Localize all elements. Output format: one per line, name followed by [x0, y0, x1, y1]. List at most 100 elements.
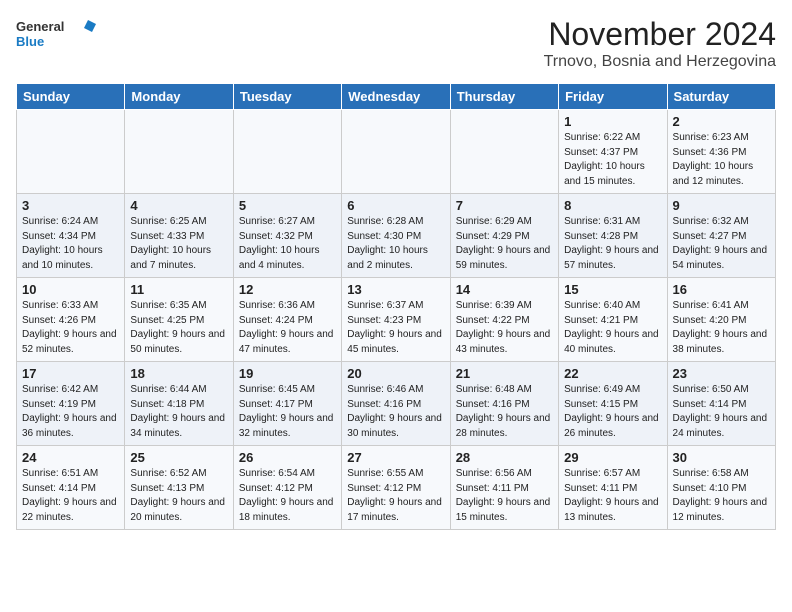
calendar-day-cell: 13 Sunrise: 6:37 AM Sunset: 4:23 PM Dayli…: [342, 278, 450, 362]
calendar-day-cell: 8 Sunrise: 6:31 AM Sunset: 4:28 PM Daylig…: [559, 194, 667, 278]
svg-text:Blue: Blue: [16, 34, 44, 49]
cell-info-text: Sunrise: 6:31 AM Sunset: 4:28 PM Dayligh…: [564, 215, 661, 273]
calendar-day-cell: 14 Sunrise: 6:39 AM Sunset: 4:22 PM Dayli…: [450, 278, 558, 362]
calendar-header-row: SundayMondayTuesdayWednesdayThursdayFrid…: [17, 84, 776, 110]
calendar-day-cell: [233, 110, 341, 194]
cell-date-number: 3: [22, 198, 119, 213]
calendar-day-cell: 10 Sunrise: 6:33 AM Sunset: 4:26 PM Dayli…: [17, 278, 125, 362]
logo-icon: General Blue: [16, 16, 96, 56]
cell-date-number: 11: [130, 282, 227, 297]
calendar-day-cell: 28 Sunrise: 6:56 AM Sunset: 4:11 PM Dayli…: [450, 446, 558, 530]
calendar-day-cell: 9 Sunrise: 6:32 AM Sunset: 4:27 PM Daylig…: [667, 194, 775, 278]
cell-info-text: Sunrise: 6:27 AM Sunset: 4:32 PM Dayligh…: [239, 215, 336, 273]
cell-date-number: 18: [130, 366, 227, 381]
cell-date-number: 25: [130, 450, 227, 465]
calendar-day-cell: 15 Sunrise: 6:40 AM Sunset: 4:21 PM Dayli…: [559, 278, 667, 362]
cell-date-number: 6: [347, 198, 444, 213]
calendar-day-cell: 30Sunrise: 6:58 AM Sunset: 4:10 PM Dayli…: [667, 446, 775, 530]
cell-date-number: 15: [564, 282, 661, 297]
calendar-day-cell: [342, 110, 450, 194]
calendar-day-cell: 18 Sunrise: 6:44 AM Sunset: 4:18 PM Dayli…: [125, 362, 233, 446]
cell-info-text: Sunrise: 6:55 AM Sunset: 4:12 PM Dayligh…: [347, 467, 444, 525]
svg-text:General: General: [16, 19, 64, 34]
calendar-day-header: Sunday: [17, 84, 125, 110]
page-header: General Blue November 2024 Trnovo, Bosni…: [16, 16, 776, 71]
calendar-day-cell: [125, 110, 233, 194]
title-block: November 2024 Trnovo, Bosnia and Herzego…: [544, 16, 776, 71]
cell-info-text: Sunrise: 6:25 AM Sunset: 4:33 PM Dayligh…: [130, 215, 227, 273]
cell-date-number: 10: [22, 282, 119, 297]
calendar-day-header: Thursday: [450, 84, 558, 110]
cell-info-text: Sunrise: 6:41 AM Sunset: 4:20 PM Dayligh…: [673, 299, 770, 357]
cell-date-number: 20: [347, 366, 444, 381]
calendar-day-cell: 2 Sunrise: 6:23 AM Sunset: 4:36 PM Daylig…: [667, 110, 775, 194]
calendar-week-row: 10 Sunrise: 6:33 AM Sunset: 4:26 PM Dayli…: [17, 278, 776, 362]
cell-info-text: Sunrise: 6:23 AM Sunset: 4:36 PM Dayligh…: [673, 131, 770, 189]
calendar-day-cell: 1Sunrise: 6:22 AM Sunset: 4:37 PM Daylig…: [559, 110, 667, 194]
cell-date-number: 13: [347, 282, 444, 297]
cell-date-number: 14: [456, 282, 553, 297]
calendar-day-header: Friday: [559, 84, 667, 110]
cell-date-number: 27: [347, 450, 444, 465]
cell-info-text: Sunrise: 6:48 AM Sunset: 4:16 PM Dayligh…: [456, 383, 553, 441]
calendar-day-cell: 5Sunrise: 6:27 AM Sunset: 4:32 PM Daylig…: [233, 194, 341, 278]
cell-info-text: Sunrise: 6:35 AM Sunset: 4:25 PM Dayligh…: [130, 299, 227, 357]
cell-info-text: Sunrise: 6:44 AM Sunset: 4:18 PM Dayligh…: [130, 383, 227, 441]
cell-date-number: 8: [564, 198, 661, 213]
cell-info-text: Sunrise: 6:42 AM Sunset: 4:19 PM Dayligh…: [22, 383, 119, 441]
calendar-day-header: Monday: [125, 84, 233, 110]
calendar-day-cell: 29 Sunrise: 6:57 AM Sunset: 4:11 PM Dayli…: [559, 446, 667, 530]
calendar-day-cell: 7 Sunrise: 6:29 AM Sunset: 4:29 PM Daylig…: [450, 194, 558, 278]
cell-date-number: 29: [564, 450, 661, 465]
calendar-week-row: 17 Sunrise: 6:42 AM Sunset: 4:19 PM Dayli…: [17, 362, 776, 446]
cell-date-number: 21: [456, 366, 553, 381]
cell-date-number: 24: [22, 450, 119, 465]
calendar-day-cell: 16Sunrise: 6:41 AM Sunset: 4:20 PM Dayli…: [667, 278, 775, 362]
cell-info-text: Sunrise: 6:54 AM Sunset: 4:12 PM Dayligh…: [239, 467, 336, 525]
calendar-day-header: Wednesday: [342, 84, 450, 110]
cell-date-number: 28: [456, 450, 553, 465]
calendar-week-row: 3 Sunrise: 6:24 AM Sunset: 4:34 PM Daylig…: [17, 194, 776, 278]
calendar-day-header: Tuesday: [233, 84, 341, 110]
cell-date-number: 19: [239, 366, 336, 381]
cell-info-text: Sunrise: 6:40 AM Sunset: 4:21 PM Dayligh…: [564, 299, 661, 357]
cell-info-text: Sunrise: 6:45 AM Sunset: 4:17 PM Dayligh…: [239, 383, 336, 441]
calendar-day-cell: 26Sunrise: 6:54 AM Sunset: 4:12 PM Dayli…: [233, 446, 341, 530]
cell-info-text: Sunrise: 6:37 AM Sunset: 4:23 PM Dayligh…: [347, 299, 444, 357]
cell-info-text: Sunrise: 6:22 AM Sunset: 4:37 PM Dayligh…: [564, 131, 661, 189]
calendar-day-cell: [450, 110, 558, 194]
calendar-day-cell: 25 Sunrise: 6:52 AM Sunset: 4:13 PM Dayli…: [125, 446, 233, 530]
cell-date-number: 4: [130, 198, 227, 213]
calendar-day-cell: 11 Sunrise: 6:35 AM Sunset: 4:25 PM Dayli…: [125, 278, 233, 362]
calendar-day-cell: [17, 110, 125, 194]
cell-info-text: Sunrise: 6:33 AM Sunset: 4:26 PM Dayligh…: [22, 299, 119, 357]
cell-date-number: 7: [456, 198, 553, 213]
location-subtitle: Trnovo, Bosnia and Herzegovina: [544, 53, 776, 71]
calendar-day-cell: 24 Sunrise: 6:51 AM Sunset: 4:14 PM Dayli…: [17, 446, 125, 530]
calendar-day-cell: 4 Sunrise: 6:25 AM Sunset: 4:33 PM Daylig…: [125, 194, 233, 278]
calendar-day-cell: 20Sunrise: 6:46 AM Sunset: 4:16 PM Dayli…: [342, 362, 450, 446]
cell-info-text: Sunrise: 6:32 AM Sunset: 4:27 PM Dayligh…: [673, 215, 770, 273]
cell-info-text: Sunrise: 6:49 AM Sunset: 4:15 PM Dayligh…: [564, 383, 661, 441]
calendar-day-cell: 21 Sunrise: 6:48 AM Sunset: 4:16 PM Dayli…: [450, 362, 558, 446]
cell-date-number: 2: [673, 114, 770, 129]
month-title: November 2024: [544, 16, 776, 53]
cell-info-text: Sunrise: 6:52 AM Sunset: 4:13 PM Dayligh…: [130, 467, 227, 525]
cell-date-number: 12: [239, 282, 336, 297]
calendar-day-cell: 12Sunrise: 6:36 AM Sunset: 4:24 PM Dayli…: [233, 278, 341, 362]
calendar-day-header: Saturday: [667, 84, 775, 110]
cell-date-number: 9: [673, 198, 770, 213]
cell-info-text: Sunrise: 6:29 AM Sunset: 4:29 PM Dayligh…: [456, 215, 553, 273]
calendar-week-row: 24 Sunrise: 6:51 AM Sunset: 4:14 PM Dayli…: [17, 446, 776, 530]
calendar-day-cell: 23Sunrise: 6:50 AM Sunset: 4:14 PM Dayli…: [667, 362, 775, 446]
calendar-day-cell: 22Sunrise: 6:49 AM Sunset: 4:15 PM Dayli…: [559, 362, 667, 446]
cell-info-text: Sunrise: 6:50 AM Sunset: 4:14 PM Dayligh…: [673, 383, 770, 441]
cell-date-number: 17: [22, 366, 119, 381]
cell-info-text: Sunrise: 6:39 AM Sunset: 4:22 PM Dayligh…: [456, 299, 553, 357]
cell-info-text: Sunrise: 6:24 AM Sunset: 4:34 PM Dayligh…: [22, 215, 119, 273]
cell-info-text: Sunrise: 6:51 AM Sunset: 4:14 PM Dayligh…: [22, 467, 119, 525]
calendar-day-cell: 3 Sunrise: 6:24 AM Sunset: 4:34 PM Daylig…: [17, 194, 125, 278]
cell-info-text: Sunrise: 6:56 AM Sunset: 4:11 PM Dayligh…: [456, 467, 553, 525]
calendar-table: SundayMondayTuesdayWednesdayThursdayFrid…: [16, 83, 776, 530]
cell-info-text: Sunrise: 6:57 AM Sunset: 4:11 PM Dayligh…: [564, 467, 661, 525]
